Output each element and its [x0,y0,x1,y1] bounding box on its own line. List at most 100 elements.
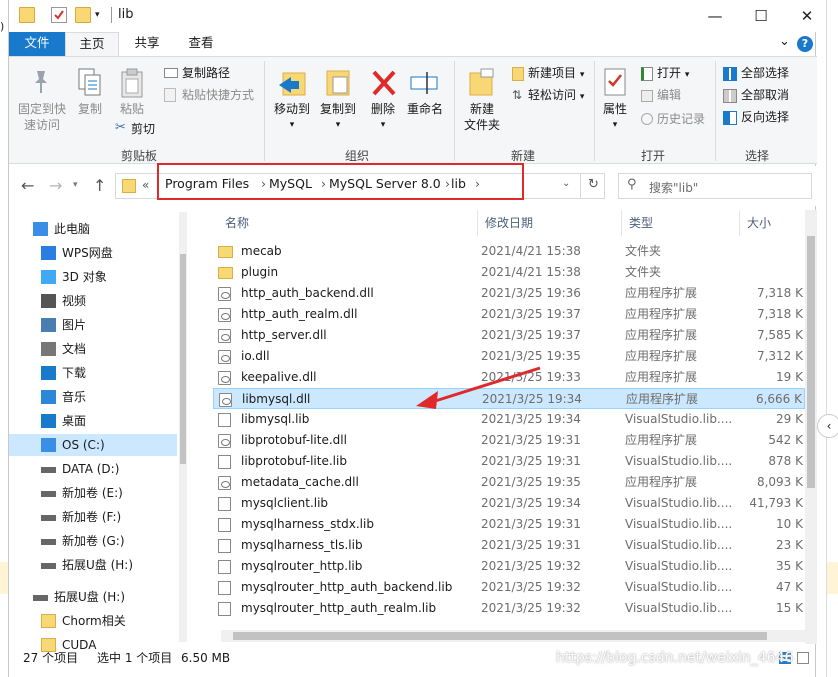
select-none-button[interactable]: 全部取消 [741,87,789,103]
breadcrumb-overflow[interactable]: « [142,178,149,192]
horizontal-scrollbar-thumb[interactable] [233,632,767,640]
column-divider[interactable] [739,210,740,236]
file-row[interactable]: http_server.dll 2021/3/25 19:37 应用程序扩展 7,58… [213,325,805,346]
file-row[interactable]: mecab 2021/4/21 15:38 文件夹 [213,241,805,262]
file-row[interactable]: libmysql.dll 2021/3/25 19:34 应用程序扩展 6,666 K [213,388,805,409]
collapse-ribbon-icon[interactable]: ⌄ [779,34,790,49]
new-folder-icon[interactable] [75,7,91,23]
nav-item[interactable]: DATA (D:) [9,458,177,480]
title-separator [111,7,112,23]
file-row[interactable]: libprotobuf-lite.lib 2021/3/25 19:31 Visua… [213,451,805,472]
file-row[interactable]: libmysql.lib 2021/3/25 19:34 VisualStudio.… [213,409,805,430]
large-icons-view-icon[interactable] [797,652,809,664]
cut-button[interactable]: 剪切 [131,121,155,137]
copy-button[interactable]: 复制 [73,101,107,117]
history-dropdown-icon[interactable]: ▾ [73,180,78,190]
nav-item[interactable]: 文档 [9,338,177,360]
forward-arrow-icon[interactable]: → [49,176,62,195]
nav-item[interactable]: 桌面 [9,410,177,432]
nav-scrollbar-thumb[interactable] [180,254,186,464]
close-button[interactable]: ✕ [795,4,819,28]
sort-ascending-icon: ⌃ [341,210,349,216]
column-divider[interactable] [477,210,478,236]
move-to-button[interactable]: 移动到 ▾ [271,101,313,133]
file-row[interactable]: mysqlclient.lib 2021/3/25 19:34 VisualStud… [213,493,805,514]
file-size: 7,318 K [756,307,803,321]
nav-item-label: 下载 [62,366,87,380]
nav-item[interactable]: 音乐 [9,386,177,408]
file-row[interactable]: libprotobuf-lite.dll 2021/3/25 19:31 应用程序扩… [213,430,805,451]
rename-button[interactable]: 重命名 [405,101,445,117]
file-type: 应用程序扩展 [625,328,698,342]
back-arrow-icon[interactable]: ← [21,176,34,195]
new-folder-button[interactable]: 新建 文件夹 [457,101,507,133]
column-header-type[interactable]: 类型 [629,214,653,231]
nav-item[interactable]: WPS网盘 [9,242,177,264]
file-row[interactable]: mysqlharness_stdx.lib 2021/3/25 19:31 Visu… [213,514,805,535]
nav-item[interactable]: 新加卷 (F:) [9,506,177,528]
nav-item[interactable]: 拓展U盘 (H:) [9,586,177,608]
pin-quick-access-button[interactable]: 固定到快 速访问 [13,101,71,133]
search-box[interactable]: ⚲ 搜索"lib" [618,173,812,199]
nav-item[interactable]: 图片 [9,314,177,336]
delete-button[interactable]: 删除 ▾ [365,101,401,133]
maximize-button[interactable]: ☐ [749,4,773,28]
quick-access-dropdown-icon[interactable]: ▾ [95,7,111,23]
open-button[interactable]: 打开 ▾ [657,65,689,83]
address-divider [580,174,581,198]
column-header-size[interactable]: 大小 [747,214,771,231]
column-header-name[interactable]: 名称 [225,214,249,231]
file-name: http_auth_realm.dll [241,307,358,321]
invert-selection-button[interactable]: 反向选择 [741,109,789,125]
nav-item[interactable]: 下载 [9,362,177,384]
paste-shortcut-button[interactable]: 粘贴快捷方式 [182,87,254,103]
folder-icon [218,246,233,258]
edit-button[interactable]: 编辑 [657,87,681,103]
easy-access-button[interactable]: 轻松访问 ▾ [528,87,584,105]
column-divider[interactable] [621,210,622,236]
file-row[interactable]: http_auth_backend.dll 2021/3/25 19:36 应用程序… [213,283,805,304]
nav-item[interactable]: 新加卷 (E:) [9,482,177,504]
file-row[interactable]: mysqlrouter_http_auth_backend.lib 2021/3/… [213,577,805,598]
file-date: 2021/3/25 19:34 [482,392,582,406]
nav-item[interactable]: Chorm相关 [9,610,177,632]
address-dropdown-icon[interactable]: ⌄ [562,178,570,189]
horizontal-scrollbar[interactable] [221,630,805,642]
tab-home[interactable]: 主页 [65,32,119,56]
refresh-icon[interactable]: ↻ [588,177,599,192]
nav-item[interactable]: OS (C:) [9,434,177,456]
new-item-button[interactable]: 新建项目 ▾ [528,65,584,83]
tab-share[interactable]: 共享 [125,32,169,56]
nav-item[interactable]: 此电脑 [9,218,177,240]
properties-button[interactable]: 属性 ▾ [599,101,631,133]
nav-item[interactable]: 拓展U盘 (H:) [9,554,177,576]
file-row[interactable]: plugin 2021/4/21 15:38 文件夹 [213,262,805,283]
tab-view[interactable]: 查看 [179,32,223,56]
file-list-scrollbar-thumb[interactable] [807,236,815,488]
select-all-button[interactable]: 全部选择 [741,65,789,81]
nav-item[interactable]: 新加卷 (G:) [9,530,177,552]
item-count: 27 个项目 [23,651,79,665]
tab-file[interactable]: 文件 [9,32,65,56]
copy-path-button[interactable]: 复制路径 [182,65,230,81]
up-arrow-icon[interactable]: ↑ [93,176,106,195]
file-row[interactable]: mysqlrouter_http_auth_realm.lib 2021/3/25… [213,598,805,619]
file-row[interactable]: io.dll 2021/3/25 19:35 应用程序扩展 7,312 K [213,346,805,367]
help-icon[interactable]: ? [797,36,813,52]
nav-item[interactable]: 视频 [9,290,177,312]
file-row[interactable]: mysqlrouter_http.lib 2021/3/25 19:32 Visua… [213,556,805,577]
properties-check-icon[interactable] [51,7,67,23]
file-row[interactable]: mysqlharness_tls.lib 2021/3/25 19:31 Visua… [213,535,805,556]
minimize-button[interactable]: — [703,4,727,28]
file-row[interactable]: http_auth_realm.dll 2021/3/25 19:37 应用程序扩展… [213,304,805,325]
file-row[interactable]: keepalive.dll 2021/3/25 19:33 应用程序扩展 19 K [213,367,805,388]
file-row[interactable]: metadata_cache.dll 2021/3/25 19:35 应用程序扩展 8… [213,472,805,493]
nav-item[interactable]: 3D 对象 [9,266,177,288]
paste-button[interactable]: 粘贴 [115,101,149,117]
dll-file-icon [218,434,231,448]
search-placeholder: 搜索"lib" [649,181,699,195]
copy-to-button[interactable]: 复制到 ▾ [317,101,359,133]
file-size: 41,793 K [749,496,803,510]
column-header-date[interactable]: 修改日期 [485,214,533,231]
history-button[interactable]: 历史记录 [657,111,705,127]
